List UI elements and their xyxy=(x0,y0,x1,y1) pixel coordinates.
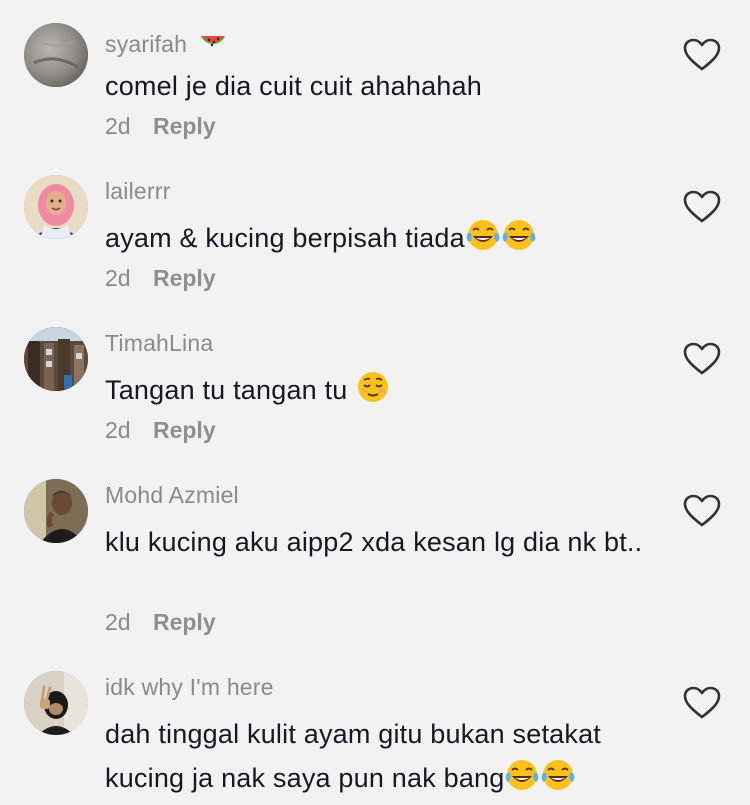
like-button[interactable] xyxy=(683,342,721,376)
heart-outline-icon xyxy=(683,342,721,375)
comment-item: idk why I'm here dah tinggal kulit ayam … xyxy=(0,648,750,805)
like-button[interactable] xyxy=(683,38,721,72)
username[interactable]: Mohd Azmiel xyxy=(105,482,239,509)
comment-item: TimahLina Tangan tu tangan tu 2d Reply xyxy=(0,304,750,456)
comment-time: 2d xyxy=(105,417,131,443)
face-with-tears-of-joy-icon xyxy=(465,217,501,253)
heart-outline-icon xyxy=(683,190,721,223)
username[interactable]: syarifah xyxy=(105,26,228,58)
face-with-tears-of-joy-icon xyxy=(540,757,576,793)
comment-meta: 2d Reply xyxy=(105,417,216,444)
like-button[interactable] xyxy=(683,190,721,224)
comment-list: syarifah comel je dia cuit cuit ahahahah… xyxy=(0,0,750,805)
comment-meta: 2d Reply xyxy=(105,113,216,140)
reply-button[interactable]: Reply xyxy=(153,265,216,292)
comment-text: comel je dia cuit cuit ahahahah xyxy=(105,71,482,101)
comment-item: Mohd Azmiel klu kucing aku aipp2 xda kes… xyxy=(0,456,750,650)
username[interactable]: lailerrr xyxy=(105,178,171,205)
reply-button[interactable]: Reply xyxy=(153,113,216,140)
username[interactable]: idk why I'm here xyxy=(105,674,274,701)
like-button[interactable] xyxy=(683,494,721,528)
comment-item: lailerrr ayam & kucing berpisah tiada 2d… xyxy=(0,152,750,304)
face-with-tears-of-joy-icon xyxy=(501,217,537,253)
comment-text: dah tinggal kulit ayam gitu bukan setaka… xyxy=(105,719,602,793)
relieved-face-icon xyxy=(355,369,391,405)
comment-time: 2d xyxy=(105,113,131,139)
comment-time: 2d xyxy=(105,609,131,635)
comment-meta: 2d Reply xyxy=(105,609,216,636)
avatar[interactable] xyxy=(24,175,88,239)
like-button[interactable] xyxy=(683,686,721,720)
heart-outline-icon xyxy=(683,686,721,719)
reply-button[interactable]: Reply xyxy=(153,609,216,636)
comment-text: klu kucing aku aipp2 xda kesan lg dia nk… xyxy=(105,527,643,557)
comment-text: ayam & kucing berpisah tiada xyxy=(105,216,665,260)
avatar[interactable] xyxy=(24,671,88,735)
reply-button[interactable]: Reply xyxy=(153,417,216,444)
watermelon-icon xyxy=(198,26,228,56)
comment-item: syarifah comel je dia cuit cuit ahahahah… xyxy=(0,0,750,152)
username[interactable]: TimahLina xyxy=(105,330,213,357)
avatar[interactable] xyxy=(24,479,88,543)
comment-text: Tangan tu tangan tu xyxy=(105,368,665,412)
avatar[interactable] xyxy=(24,327,88,391)
avatar[interactable] xyxy=(24,23,88,87)
comment-meta: 2d Reply xyxy=(105,265,216,292)
face-with-tears-of-joy-icon xyxy=(504,757,540,793)
heart-outline-icon xyxy=(683,38,721,71)
comment-time: 2d xyxy=(105,265,131,291)
heart-outline-icon xyxy=(683,494,721,527)
